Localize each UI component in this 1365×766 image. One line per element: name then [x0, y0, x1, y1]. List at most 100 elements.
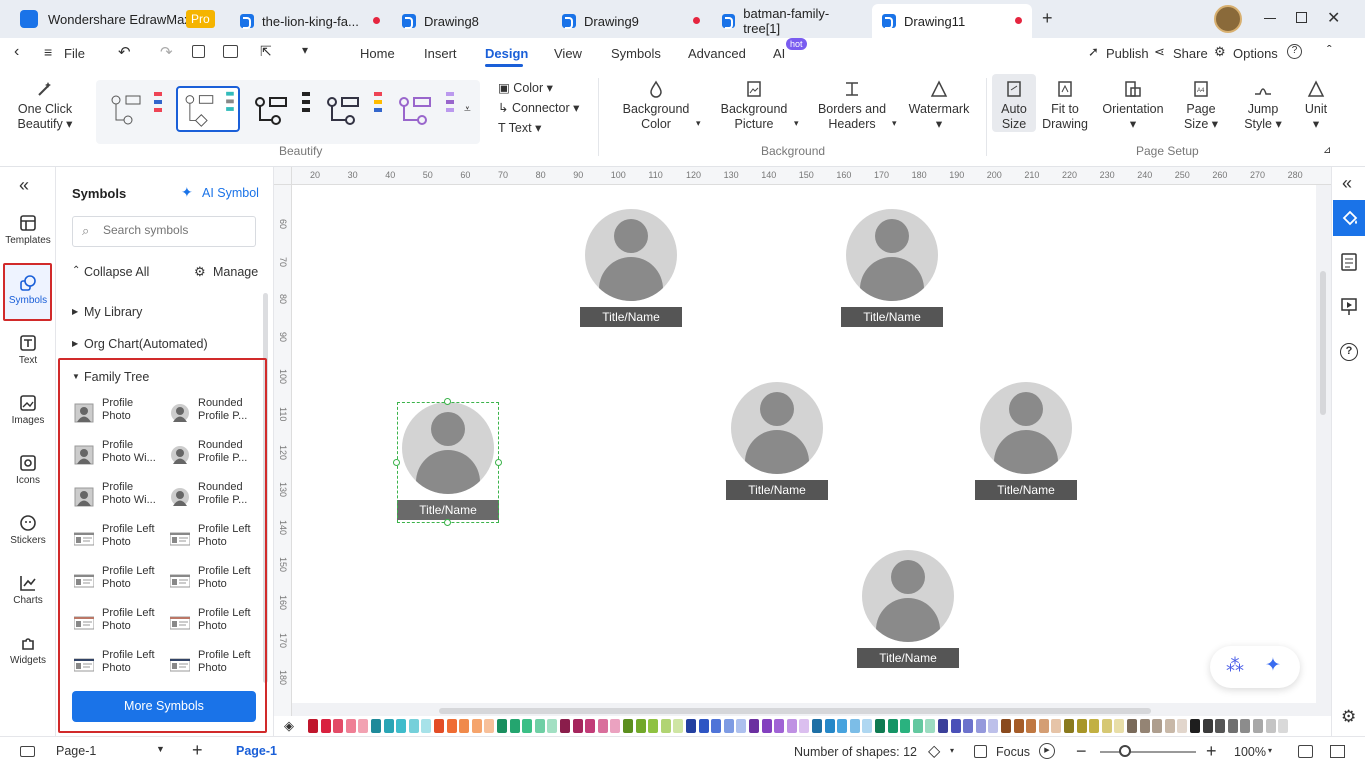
- hamburger-icon[interactable]: ≡: [44, 44, 52, 60]
- tab-drawing8[interactable]: Drawing8: [392, 4, 550, 38]
- chevron-down-icon[interactable]: ▾: [1268, 746, 1272, 755]
- color-swatch[interactable]: [963, 719, 974, 733]
- symbol-item[interactable]: Profile Left Photo: [73, 523, 170, 563]
- gallery-expand-icon[interactable]: ⩡: [464, 102, 471, 117]
- menu-insert[interactable]: Insert: [424, 46, 457, 61]
- rail-symbols[interactable]: Symbols: [0, 275, 56, 306]
- watermark-button[interactable]: Watermark ▾: [904, 80, 974, 132]
- horizontal-scrollbar[interactable]: [439, 708, 1151, 714]
- resize-handle[interactable]: [444, 398, 451, 405]
- ai-sparkle-icon[interactable]: ✦: [1265, 654, 1281, 677]
- person-node[interactable]: Title/Name: [580, 209, 682, 329]
- symbol-item[interactable]: Profile Left Photo: [169, 523, 266, 563]
- color-swatch[interactable]: [1114, 719, 1125, 733]
- color-swatch[interactable]: [497, 719, 507, 733]
- export-icon[interactable]: ⇱: [260, 43, 272, 60]
- add-page-plus-icon[interactable]: +: [192, 740, 203, 761]
- color-swatch[interactable]: [1177, 719, 1188, 733]
- color-swatch[interactable]: [345, 719, 356, 733]
- style-thumb-5[interactable]: [396, 88, 458, 132]
- color-swatch[interactable]: [950, 719, 961, 733]
- fullscreen-icon[interactable]: [1330, 745, 1345, 758]
- chevron-down-icon[interactable]: ▾: [950, 746, 954, 755]
- unit-button[interactable]: Unit ▾: [1298, 80, 1334, 132]
- color-swatch[interactable]: [673, 719, 684, 733]
- color-swatch[interactable]: [1164, 719, 1175, 733]
- symbol-item[interactable]: Rounded Profile P...: [170, 481, 266, 521]
- color-swatch[interactable]: [560, 719, 570, 733]
- connector-button[interactable]: ↳ Connector ▾: [498, 100, 579, 115]
- color-swatch[interactable]: [471, 719, 482, 733]
- rail-icons[interactable]: Icons: [0, 455, 56, 486]
- tab-drawing11[interactable]: Drawing11: [872, 4, 1032, 38]
- resize-handle[interactable]: [393, 459, 400, 466]
- collapse-all-button[interactable]: Collapse All: [84, 265, 149, 279]
- symbol-item[interactable]: Profile Left Photo: [73, 607, 170, 647]
- page-panel-icon[interactable]: [1341, 253, 1357, 271]
- manage-button[interactable]: Manage: [213, 265, 258, 279]
- color-swatch[interactable]: [723, 719, 734, 733]
- zoom-level[interactable]: 100%: [1234, 745, 1266, 759]
- color-swatch[interactable]: [938, 719, 948, 733]
- color-swatch[interactable]: [308, 719, 318, 733]
- page-select[interactable]: Page-1 ▼: [56, 744, 166, 758]
- color-swatch[interactable]: [761, 719, 772, 733]
- color-swatch[interactable]: [585, 719, 596, 733]
- background-picture-button[interactable]: Background Picture: [714, 80, 794, 132]
- menu-design[interactable]: Design: [485, 46, 528, 61]
- expand-panel-icon[interactable]: «: [1342, 173, 1352, 194]
- color-swatch[interactable]: [509, 719, 520, 733]
- zoom-out-icon[interactable]: −: [1076, 741, 1087, 762]
- color-swatch[interactable]: [1215, 719, 1226, 733]
- chevron-down-icon[interactable]: ▾: [892, 118, 897, 129]
- color-swatch[interactable]: [421, 719, 432, 733]
- zoom-slider-thumb[interactable]: [1119, 745, 1131, 757]
- color-swatch[interactable]: [698, 719, 709, 733]
- color-swatch[interactable]: [862, 719, 873, 733]
- play-icon[interactable]: ▶: [1039, 743, 1055, 759]
- chevron-down-icon[interactable]: ▾: [794, 118, 799, 129]
- tab-batman[interactable]: batman-family-tree[1]: [712, 4, 870, 38]
- rail-text[interactable]: Text: [0, 335, 56, 366]
- color-swatch[interactable]: [320, 719, 331, 733]
- color-swatch[interactable]: [408, 719, 419, 733]
- collapse-panel-icon[interactable]: «: [19, 175, 29, 196]
- fit-page-icon[interactable]: [1298, 745, 1313, 758]
- help-icon[interactable]: ?: [1287, 44, 1302, 59]
- save-icon[interactable]: [192, 45, 205, 58]
- color-swatch[interactable]: [1001, 719, 1011, 733]
- collapse-ribbon-icon[interactable]: ˆ: [1327, 42, 1332, 58]
- menu-advanced[interactable]: Advanced: [688, 46, 746, 61]
- redo-icon[interactable]: ↷: [160, 43, 173, 61]
- new-tab-plus-icon[interactable]: +: [1042, 8, 1053, 29]
- color-swatch[interactable]: [1101, 719, 1112, 733]
- person-node[interactable]: Title/Name: [841, 209, 943, 329]
- file-menu[interactable]: File: [64, 46, 85, 61]
- color-swatch[interactable]: [522, 719, 533, 733]
- page-panel-toggle-icon[interactable]: [20, 746, 35, 757]
- color-swatch[interactable]: [333, 719, 344, 733]
- color-swatch[interactable]: [1127, 719, 1137, 733]
- undo-icon[interactable]: ↶: [118, 43, 131, 61]
- person-node[interactable]: Title/Name: [975, 382, 1077, 502]
- node-label[interactable]: Title/Name: [726, 480, 828, 500]
- color-swatch[interactable]: [1139, 719, 1150, 733]
- minimize-icon[interactable]: [1264, 18, 1276, 19]
- color-swatch[interactable]: [371, 719, 381, 733]
- more-dropdown-icon[interactable]: ▾: [302, 43, 308, 57]
- color-swatch[interactable]: [446, 719, 457, 733]
- page-size-button[interactable]: A4 Page Size ▾: [1178, 80, 1224, 132]
- text-button[interactable]: T Text ▾: [498, 120, 541, 135]
- back-icon[interactable]: ‹: [14, 43, 19, 61]
- color-swatch[interactable]: [849, 719, 860, 733]
- rail-stickers[interactable]: Stickers: [0, 515, 56, 546]
- fit-to-drawing-button[interactable]: Fit to Drawing: [1038, 80, 1092, 132]
- color-swatch[interactable]: [572, 719, 583, 733]
- rail-templates[interactable]: Templates: [0, 215, 56, 246]
- color-swatch[interactable]: [484, 719, 495, 733]
- node-label[interactable]: Title/Name: [975, 480, 1077, 500]
- auto-size-button[interactable]: Auto Size: [992, 74, 1036, 132]
- color-swatch[interactable]: [1064, 719, 1074, 733]
- color-swatch[interactable]: [534, 719, 545, 733]
- color-swatch[interactable]: [975, 719, 986, 733]
